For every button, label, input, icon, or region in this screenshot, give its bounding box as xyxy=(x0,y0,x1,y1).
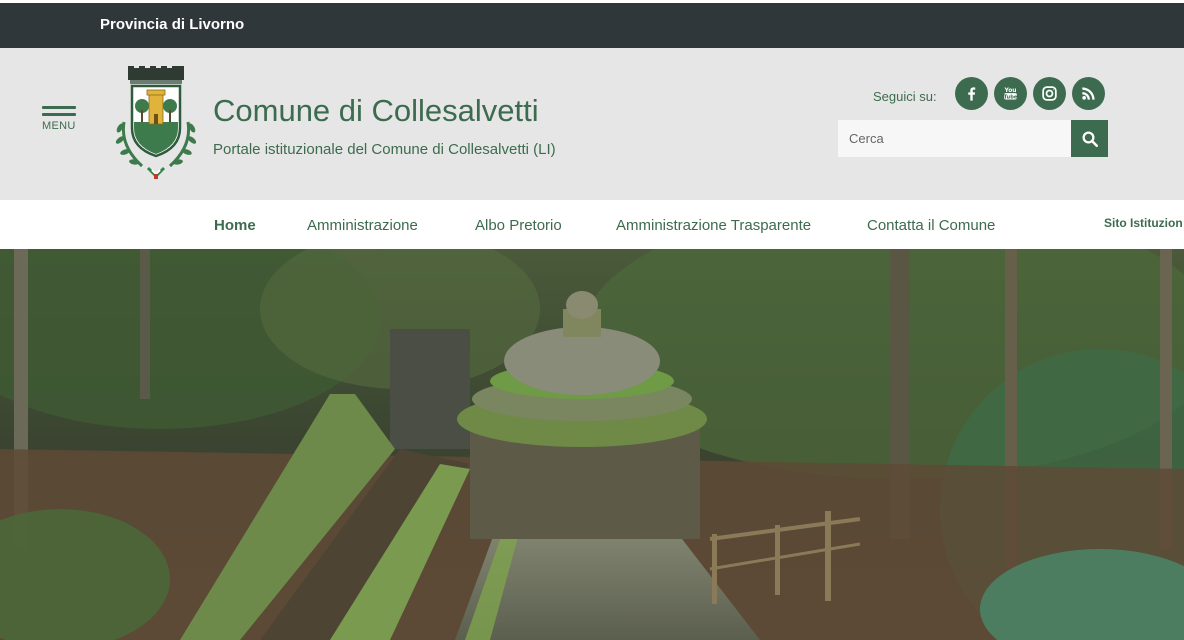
region-link[interactable]: Provincia di Livorno xyxy=(100,16,244,33)
search-icon xyxy=(1082,131,1098,147)
nav-item-sito-istituzionale[interactable]: Sito Istituzion xyxy=(1104,216,1183,230)
nav-item-albo-pretorio[interactable]: Albo Pretorio xyxy=(475,217,562,234)
search-input[interactable] xyxy=(838,120,1071,157)
hamburger-icon-bar xyxy=(42,113,76,116)
rss-icon[interactable] xyxy=(1072,77,1105,110)
youtube-icon[interactable]: You Tube xyxy=(994,77,1027,110)
instagram-icon[interactable] xyxy=(1033,77,1066,110)
hero-image xyxy=(0,249,1184,640)
site-title[interactable]: Comune di Collesalvetti xyxy=(213,93,539,129)
follow-label: Seguici su: xyxy=(873,89,937,104)
nav-item-amministrazione-trasparente[interactable]: Amministrazione Trasparente xyxy=(616,217,811,234)
site-subtitle: Portale istituzionale del Comune di Coll… xyxy=(213,141,556,158)
search-button[interactable] xyxy=(1071,120,1108,157)
facebook-icon[interactable] xyxy=(955,77,988,110)
coat-of-arms-logo[interactable] xyxy=(112,66,200,180)
menu-button[interactable]: MENU xyxy=(42,106,76,146)
top-bar: Provincia di Livorno xyxy=(0,0,1184,48)
site-header: MENU Comune di Collesalvetti Portale ist… xyxy=(0,48,1184,200)
menu-label: MENU xyxy=(42,120,76,132)
hamburger-icon xyxy=(42,106,76,109)
svg-text:You: You xyxy=(1003,87,1016,94)
nav-item-amministrazione[interactable]: Amministrazione xyxy=(307,217,418,234)
nav-item-contatta-il-comune[interactable]: Contatta il Comune xyxy=(867,217,995,234)
nav-item-home[interactable]: Home xyxy=(214,217,256,234)
svg-text:Tube: Tube xyxy=(1004,94,1018,100)
main-nav: Home Amministrazione Albo Pretorio Ammin… xyxy=(0,200,1184,249)
